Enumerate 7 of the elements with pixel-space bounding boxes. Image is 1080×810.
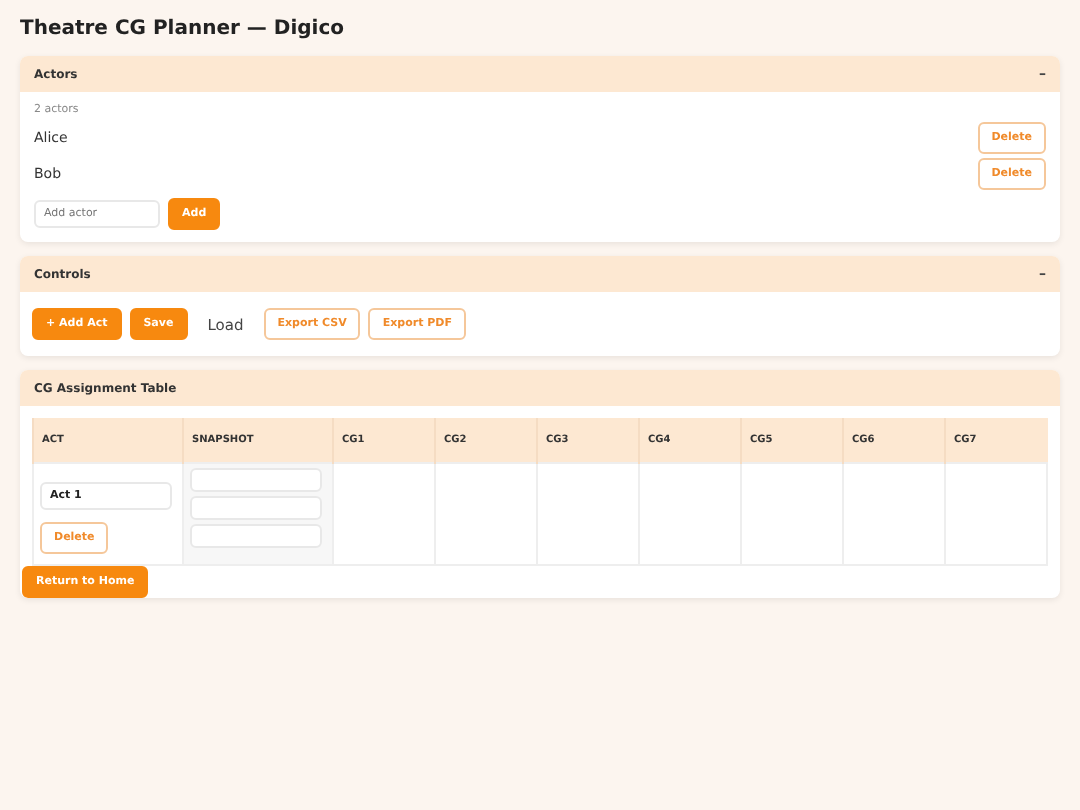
table-cell — [945, 463, 1047, 565]
page-title: Theatre CG Planner — Digico — [20, 18, 347, 40]
table-cell — [639, 463, 741, 565]
table-cell — [741, 463, 843, 565]
table-cell — [843, 463, 945, 565]
table-cell — [435, 463, 537, 565]
table-cell — [537, 463, 639, 565]
